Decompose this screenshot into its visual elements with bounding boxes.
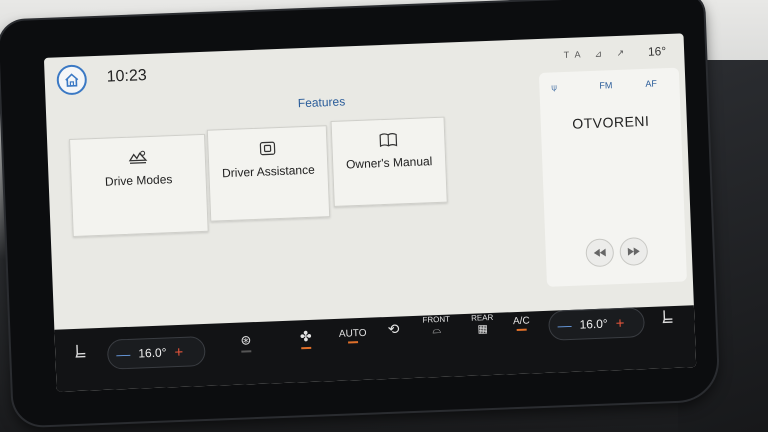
tile-drive-modes[interactable]: Drive Modes [69, 133, 209, 237]
tile-owners-manual[interactable]: Owner's Manual [330, 116, 448, 207]
seat-heat-icon [662, 310, 673, 324]
nav-icon: ↗ [616, 47, 631, 58]
auto-label: AUTO [338, 327, 367, 340]
passenger-temp-up-button[interactable]: + [607, 314, 632, 332]
driver-temp-down-button[interactable]: — [108, 346, 139, 363]
front-defrost-button[interactable]: FRONT ⌓ [416, 314, 457, 338]
tile-driver-assistance[interactable]: Driver Assistance [206, 125, 331, 222]
passenger-seat-heat-button[interactable] [656, 308, 681, 327]
traffic-announcement-indicator: TA [563, 49, 587, 61]
signal-icon: ⊿ [594, 48, 609, 59]
seek-back-button[interactable] [585, 238, 615, 268]
infotainment-screen: 10:23 TA ⊿ ↗ 16° Features Drive Modes Dr… [43, 33, 697, 392]
station-name: OTVORENI [571, 112, 650, 132]
display-bezel: 10:23 TA ⊿ ↗ 16° Features Drive Modes Dr… [0, 0, 719, 427]
fan-icon: ✤ [299, 327, 312, 345]
car-dashboard-photo: 10:23 TA ⊿ ↗ 16° Features Drive Modes Dr… [0, 0, 768, 432]
driver-temp-value: 16.0° [138, 345, 167, 361]
seek-forward-icon [627, 247, 640, 256]
drive-modes-icon [128, 150, 148, 164]
owners-manual-icon [379, 133, 398, 148]
driver-temp-up-button[interactable]: + [166, 343, 191, 361]
heated-steering-button[interactable]: ⊛ [231, 332, 262, 353]
steering-wheel-icon: ⊛ [240, 332, 252, 348]
indicator [516, 328, 527, 332]
home-button[interactable] [56, 64, 88, 96]
driver-temp-control: — 16.0° + [106, 335, 206, 370]
rear-defrost-button[interactable]: REAR ▦ [464, 313, 501, 336]
home-icon [65, 73, 79, 87]
indicator [301, 346, 312, 350]
outside-temperature: 16° [647, 44, 667, 59]
indicator [241, 350, 252, 353]
fan-speed-button[interactable]: ✤ [290, 328, 321, 350]
front-defrost-icon: ⌓ [432, 323, 442, 337]
radio-signal-icon[interactable]: ⍦ [551, 82, 557, 93]
status-icons: TA ⊿ ↗ [564, 47, 631, 61]
indicator [348, 341, 359, 344]
passenger-temp-down-button[interactable]: — [549, 317, 580, 334]
passenger-temp-value: 16.0° [579, 316, 608, 332]
seat-heat-icon [75, 344, 86, 358]
tile-label: Drive Modes [104, 172, 173, 189]
audio-panel: ⍦ FM AF OTVORENI [538, 67, 687, 287]
recirculation-button[interactable]: ⟲ [380, 320, 407, 338]
tab-fm[interactable]: FM [599, 80, 612, 90]
rear-label: REAR [470, 312, 494, 323]
auto-climate-button[interactable]: AUTO [335, 328, 372, 344]
clock: 10:23 [106, 67, 148, 86]
ac-label: A/C [512, 315, 530, 328]
seek-forward-button[interactable] [619, 236, 649, 266]
page-title: Features [297, 94, 346, 111]
tab-af[interactable]: AF [645, 78, 657, 88]
rear-defrost-icon: ▦ [477, 323, 489, 336]
climate-bar: — 16.0° + ⊛ ✤ AUTO ⟲ FRONT ⌓ REAR ▦ A/C … [54, 305, 697, 392]
recirculation-icon: ⟲ [387, 320, 400, 337]
seek-back-icon [593, 248, 606, 257]
ac-button[interactable]: A/C [506, 315, 537, 332]
tile-label: Owner's Manual [345, 154, 433, 172]
tile-label: Driver Assistance [221, 162, 316, 181]
driver-assistance-icon [259, 141, 276, 156]
passenger-temp-control: — 16.0° + [547, 307, 646, 341]
driver-seat-heat-button[interactable] [69, 342, 94, 361]
